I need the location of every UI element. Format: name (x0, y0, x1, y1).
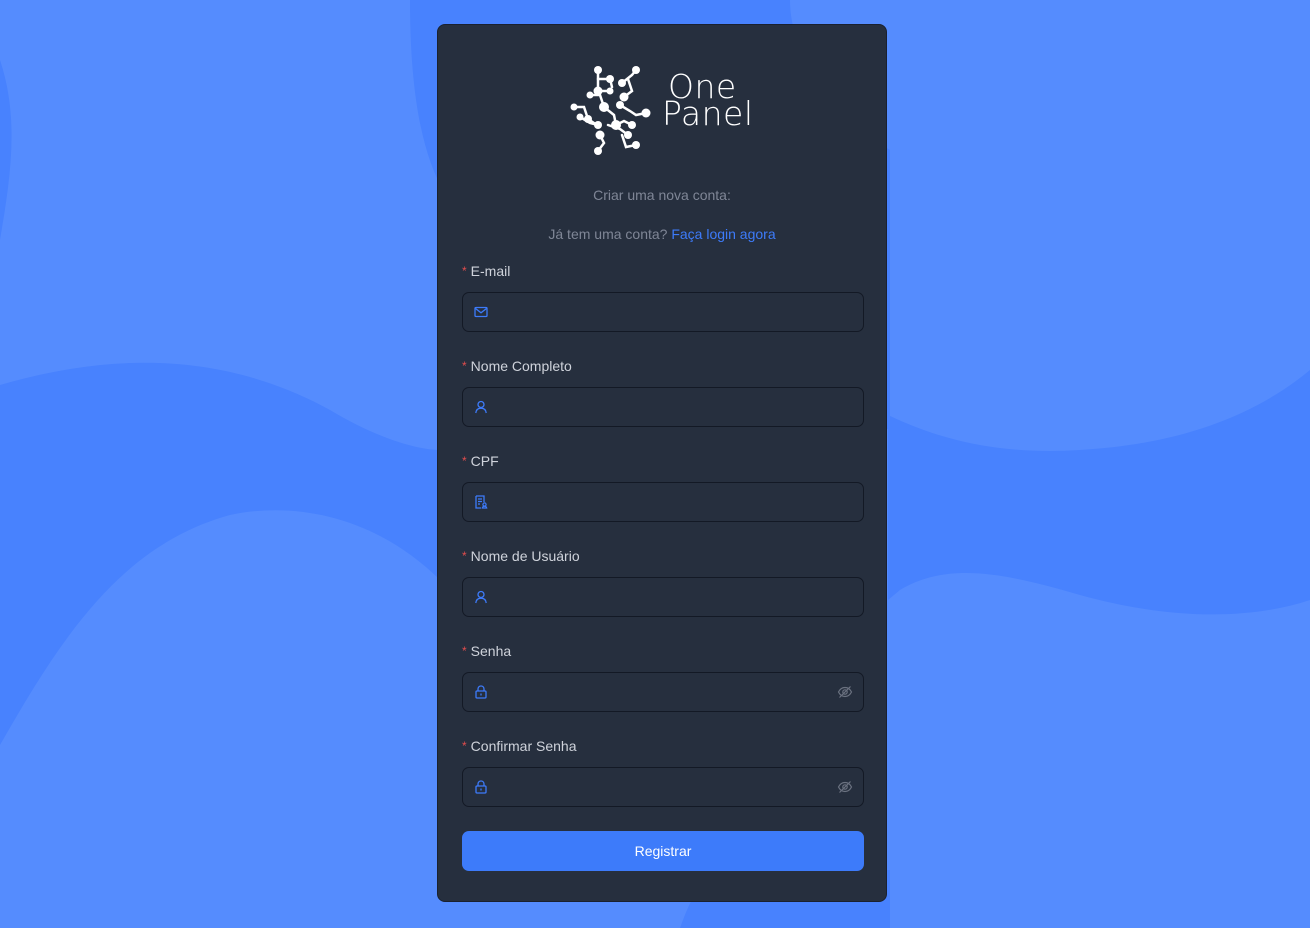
required-mark: * (462, 359, 467, 373)
brand-wordmark: One Panel (662, 70, 754, 130)
password-label: * Senha (462, 643, 511, 659)
username-label-text: Nome de Usuário (470, 548, 580, 564)
user-icon (475, 590, 487, 604)
confirm-password-label-text: Confirmar Senha (470, 738, 577, 754)
cpf-input[interactable] (497, 483, 827, 521)
molecule-logo-icon (570, 66, 651, 155)
username-label: * Nome de Usuário (462, 548, 580, 564)
email-input[interactable] (497, 293, 827, 331)
required-mark: * (462, 454, 467, 468)
register-button[interactable]: Registrar (462, 831, 864, 871)
lock-icon (475, 780, 487, 794)
lock-icon (475, 685, 487, 699)
username-input[interactable] (497, 578, 827, 616)
form-subtitle: Criar uma nova conta: (593, 187, 731, 203)
login-prompt-line: Já tem uma conta? Faça login agora (438, 226, 886, 242)
password-input[interactable] (497, 673, 827, 711)
email-field[interactable] (462, 292, 864, 332)
cpf-label-text: CPF (470, 453, 499, 469)
register-card: One Panel Criar uma nova conta: Já tem u… (437, 24, 887, 902)
email-label-text: E-mail (470, 263, 511, 279)
eye-off-icon[interactable] (837, 779, 853, 795)
confirm-password-label: * Confirmar Senha (462, 738, 577, 754)
eye-off-icon[interactable] (837, 684, 853, 700)
required-mark: * (462, 549, 467, 563)
required-mark: * (462, 264, 467, 278)
confirm-password-input[interactable] (497, 768, 827, 806)
document-icon (475, 495, 488, 509)
mail-icon (474, 306, 488, 318)
fullname-input[interactable] (497, 388, 827, 426)
email-label: * E-mail (462, 263, 510, 279)
fullname-label-text: Nome Completo (470, 358, 572, 374)
password-field[interactable] (462, 672, 864, 712)
username-field[interactable] (462, 577, 864, 617)
fullname-field[interactable] (462, 387, 864, 427)
cpf-field[interactable] (462, 482, 864, 522)
brand-line-panel: Panel (662, 94, 754, 133)
user-icon (475, 400, 487, 414)
required-mark: * (462, 739, 467, 753)
fullname-label: * Nome Completo (462, 358, 572, 374)
password-label-text: Senha (470, 643, 512, 659)
required-mark: * (462, 644, 467, 658)
confirm-password-field[interactable] (462, 767, 864, 807)
login-prompt-text: Já tem uma conta? (548, 226, 668, 242)
brand-logo: One Panel (570, 65, 760, 155)
login-link[interactable]: Faça login agora (671, 226, 775, 242)
cpf-label: * CPF (462, 453, 499, 469)
